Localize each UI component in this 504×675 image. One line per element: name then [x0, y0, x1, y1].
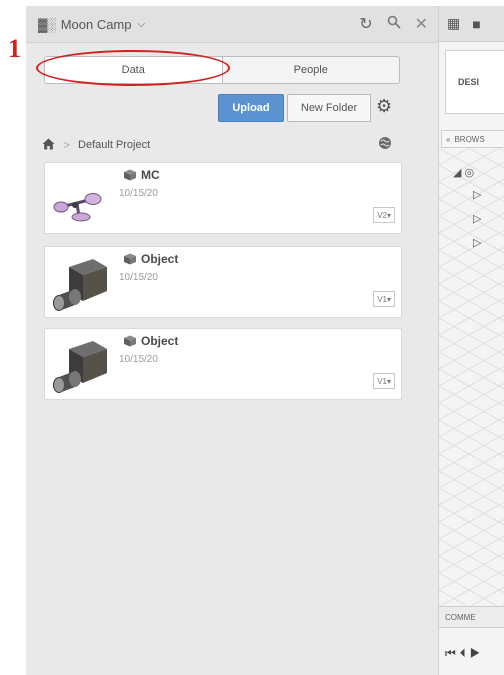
close-icon[interactable]: ✕ [415, 14, 428, 34]
isometric-grid [439, 148, 504, 606]
comments-panel-header[interactable]: COMME [439, 606, 504, 628]
design-thumbnail [53, 341, 107, 393]
panel-header: ▓░ Moon Camp ⌵ ↻ ✕ [26, 6, 438, 43]
design-file-icon [124, 253, 136, 265]
new-folder-button[interactable]: New Folder [287, 94, 371, 122]
item-name[interactable]: MC [141, 168, 160, 182]
refresh-icon[interactable]: ↻ [359, 14, 372, 34]
design-file-icon [124, 335, 136, 347]
file-icon[interactable]: ■ [472, 16, 480, 32]
design-workspace-button[interactable]: DESI [445, 50, 504, 114]
collapse-icon[interactable]: « [446, 135, 450, 144]
data-panel: ▓░ Moon Camp ⌵ ↻ ✕ Data People Upload Ne… [26, 6, 439, 675]
step-number-annotation: 1 [8, 34, 21, 63]
design-card[interactable]: MC 10/15/20 V2▾ [44, 162, 402, 234]
project-name[interactable]: Moon Camp [61, 17, 132, 32]
version-dropdown[interactable]: V1▾ [373, 291, 395, 307]
design-card[interactable]: Object 10/15/20 V1▾ [44, 328, 402, 400]
upload-button[interactable]: Upload [218, 94, 284, 122]
breadcrumb-project[interactable]: Default Project [78, 139, 150, 151]
browser-label: BROWS [454, 134, 485, 144]
item-date: 10/15/20 [119, 188, 158, 199]
browser-node[interactable]: ▷ [473, 188, 481, 201]
tab-data[interactable]: Data [45, 57, 223, 83]
chevron-down-icon[interactable]: ⌵ [138, 19, 146, 30]
browser-panel-header[interactable]: « BROWS [441, 130, 504, 148]
gear-icon[interactable]: ⚙ [376, 96, 392, 117]
browser-root-node[interactable]: ◢ ◎ [453, 166, 474, 179]
timeline-controls[interactable]: ⏮⏴▶ [445, 646, 485, 661]
item-name[interactable]: Object [141, 334, 178, 348]
search-icon[interactable] [387, 15, 401, 34]
app-screenshot: 1 ▓░ Moon Camp ⌵ ↻ ✕ Data People Upload … [0, 0, 504, 675]
design-card[interactable]: Object 10/15/20 V1▾ [44, 246, 402, 318]
browser-node[interactable]: ▷ [473, 212, 481, 225]
version-dropdown[interactable]: V1▾ [373, 373, 395, 389]
data-people-tabs: Data People [44, 56, 400, 84]
item-name[interactable]: Object [141, 252, 178, 266]
people-icon[interactable]: ▓░ [38, 17, 56, 32]
workspace-toolbar: ▦ ■ [439, 6, 504, 42]
breadcrumb: > Default Project [42, 136, 150, 154]
item-date: 10/15/20 [119, 272, 158, 283]
breadcrumb-separator: > [63, 138, 71, 152]
grid-menu-icon[interactable]: ▦ [447, 15, 460, 32]
browser-node[interactable]: ▷ [473, 236, 481, 249]
design-file-icon [124, 169, 136, 181]
design-thumbnail [53, 259, 107, 311]
tab-people[interactable]: People [223, 57, 400, 83]
item-date: 10/15/20 [119, 354, 158, 365]
home-icon[interactable] [42, 138, 55, 153]
version-dropdown[interactable]: V2▾ [373, 207, 395, 223]
design-workspace: ▦ ■ DESI « BROWS ◢ ◎ ▷ ▷ ▷ COMME ⏮⏴▶ [439, 6, 504, 675]
design-thumbnail [53, 193, 102, 222]
header-actions: ↻ ✕ [359, 6, 428, 42]
globe-icon[interactable] [378, 136, 392, 153]
